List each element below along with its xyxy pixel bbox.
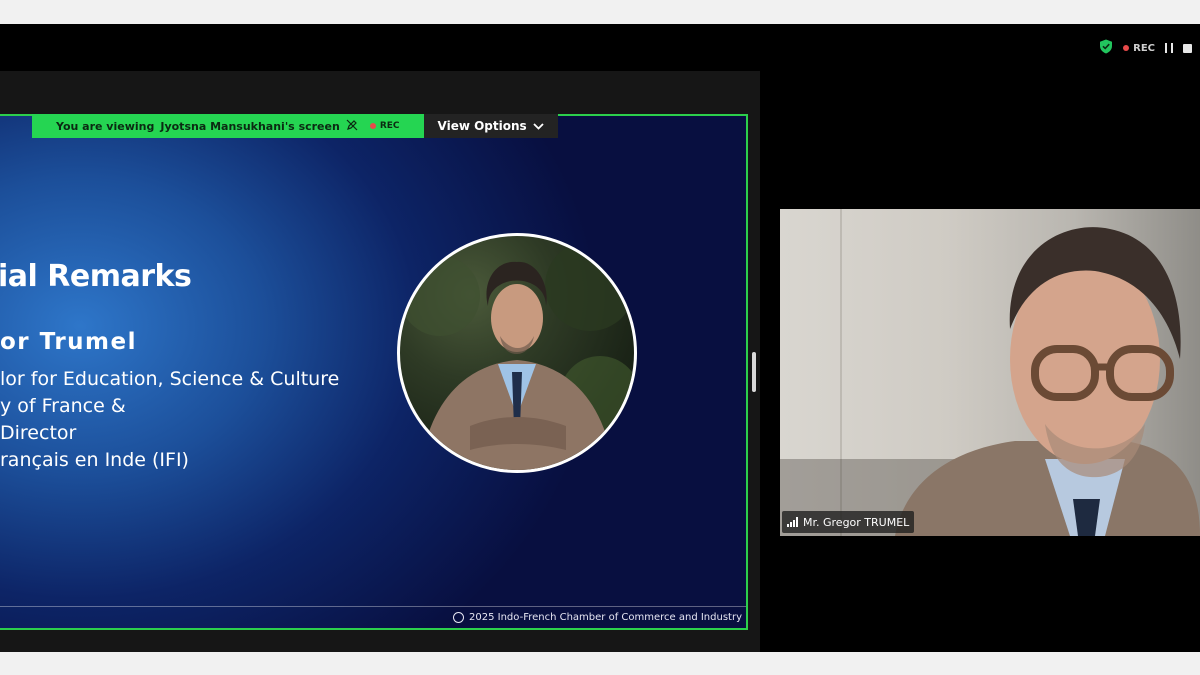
- participant-name-tag: Mr. Gregor TRUMEL: [782, 511, 915, 533]
- presenter-screen-label: Jyotsna Mansukhani's screen: [160, 119, 340, 133]
- shared-screen-border: ial Remarks or Trumel lor for Education,…: [0, 114, 748, 630]
- speaker-portrait: [397, 233, 637, 473]
- participant-video-tile[interactable]: Mr. Gregor TRUMEL: [780, 209, 1200, 536]
- record-dot-icon: [369, 123, 376, 129]
- view-options-label: View Options: [437, 119, 527, 133]
- presentation-slide: ial Remarks or Trumel lor for Education,…: [0, 116, 746, 628]
- slide-title: ial Remarks: [0, 259, 192, 294]
- meeting-window: REC ial Remarks or Trumel lor for Educat…: [0, 24, 1200, 652]
- speaker-role-line: y of France &: [0, 395, 126, 417]
- participant-name: Mr. Gregor TRUMEL: [803, 515, 910, 529]
- recording-label: REC: [1133, 42, 1155, 54]
- meeting-top-controls: REC: [1099, 39, 1192, 58]
- pen-off-icon[interactable]: [346, 119, 358, 134]
- slide-footer-text: 2025 Indo-French Chamber of Commerce and…: [469, 612, 742, 623]
- banner-recording-indicator: REC: [369, 121, 400, 131]
- record-dot-icon: [1123, 45, 1130, 51]
- participant-video-feed: [895, 209, 1200, 536]
- panel-resize-handle[interactable]: [752, 352, 756, 392]
- speaker-name: or Trumel: [0, 329, 137, 355]
- signal-strength-icon: [787, 517, 798, 527]
- recording-indicator[interactable]: REC: [1123, 43, 1155, 54]
- viewing-label: You are viewing: [56, 119, 155, 133]
- shared-screen-panel: ial Remarks or Trumel lor for Education,…: [0, 71, 760, 652]
- viewing-banner: You are viewing Jyotsna Mansukhani's scr…: [32, 114, 558, 138]
- slide-footer: 2025 Indo-French Chamber of Commerce and…: [453, 612, 742, 623]
- viewing-status: You are viewing Jyotsna Mansukhani's scr…: [32, 114, 424, 138]
- slide-footer-divider: [0, 606, 746, 607]
- speaker-role-line: Director: [0, 422, 77, 444]
- stop-recording-icon[interactable]: [1183, 43, 1192, 53]
- banner-rec-label: REC: [379, 121, 400, 131]
- pause-recording-icon[interactable]: [1165, 43, 1173, 53]
- view-options-button[interactable]: View Options: [423, 114, 558, 138]
- shield-check-icon[interactable]: [1099, 39, 1113, 58]
- speaker-role-line: lor for Education, Science & Culture: [0, 368, 340, 390]
- copyright-icon: [453, 612, 465, 623]
- chevron-down-icon: [533, 119, 544, 133]
- speaker-role-line: rançais en Inde (IFI): [0, 449, 189, 471]
